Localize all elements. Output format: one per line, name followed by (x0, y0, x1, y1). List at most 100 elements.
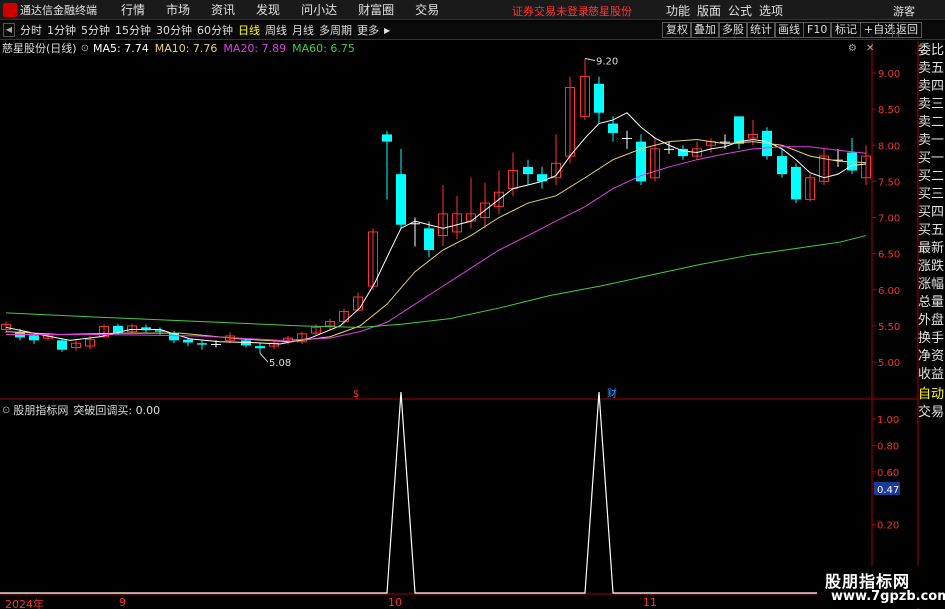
date-label-sep: 9 (119, 596, 126, 609)
date-label-nov: 11 (643, 596, 657, 609)
candlestick (494, 170, 504, 214)
price-tick-label: 9.00 (878, 69, 900, 80)
pane-toggle-icon[interactable]: ⊙ (81, 43, 89, 54)
candlestick (452, 195, 462, 240)
candlestick (255, 343, 265, 354)
candlestick (791, 163, 801, 204)
candlestick (382, 130, 392, 200)
high-pointer (584, 58, 596, 62)
candlestick (537, 166, 547, 189)
main-pane-info: 慈星股份(日线) ⊙ MA5: 7.74 MA10: 7.76 MA20: 7.… (0, 41, 355, 56)
sidebar-sell1[interactable]: 卖一 (918, 132, 945, 150)
indicator-signal-line (0, 391, 870, 594)
candlestick (57, 338, 67, 352)
candlestick (805, 174, 815, 202)
candle-body (791, 166, 801, 200)
candle-body (734, 116, 744, 144)
low-pointer (259, 352, 269, 363)
sidebar-sell4[interactable]: 卖四 (918, 78, 945, 96)
sidebar-weibi[interactable]: 委比 (918, 42, 945, 60)
chart-canvas[interactable]: 9.00 8.50 8.00 7.50 7.00 6.50 6.00 5.50 5.00 9.20… (0, 0, 945, 609)
sidebar-sell2[interactable]: 卖二 (918, 114, 945, 132)
candlestick (269, 341, 279, 349)
sidebar-change[interactable]: 涨跌 (918, 258, 945, 276)
ma20-label: MA20: 7.89 (223, 41, 287, 55)
indicator-tick-label: 0.47 (877, 485, 899, 496)
sidebar-net-asset[interactable]: 净资 (918, 348, 945, 366)
candle-body (664, 148, 674, 150)
price-tick-label: 6.00 (878, 286, 900, 297)
candlestick (325, 318, 335, 330)
candlestick (622, 130, 632, 149)
candle-body (594, 83, 604, 113)
candlestick (197, 339, 207, 350)
candlestick (424, 221, 434, 258)
candlestick (734, 116, 744, 149)
candle-body (622, 138, 632, 140)
sidebar-latest[interactable]: 最新 (918, 240, 945, 258)
candlestick (523, 159, 533, 185)
quote-sidebar: 委比 卖五 卖四 卖三 卖二 卖一 买一 买二 买三 买四 买五 最新 涨跌 涨… (918, 42, 945, 422)
candlestick (861, 145, 871, 185)
sidebar-sell3[interactable]: 卖三 (918, 96, 945, 114)
candle-body (523, 166, 533, 175)
sidebar-change-pct[interactable]: 涨幅 (918, 276, 945, 294)
indicator-signal-label: 突破回调买: 0.00 (73, 404, 161, 417)
sidebar-volume[interactable]: 总量 (918, 294, 945, 312)
candle-body (608, 123, 618, 133)
candle-body (183, 339, 193, 343)
price-tick-label: 5.00 (878, 358, 900, 369)
price-tick-label: 7.50 (878, 177, 900, 188)
candle-body (424, 228, 434, 251)
candlestick (396, 148, 406, 229)
sidebar-buy4[interactable]: 买四 (918, 204, 945, 222)
indicator-toggle-icon[interactable]: ⊙ (2, 405, 10, 416)
high-price-label: 9.20 (596, 57, 618, 68)
candlestick (678, 145, 688, 160)
ma10-label: MA10: 7.76 (154, 41, 218, 55)
pane-close-icon[interactable]: ✕ (866, 43, 885, 54)
sidebar-buy5[interactable]: 买五 (918, 222, 945, 240)
sidebar-auto[interactable]: 自动 (918, 386, 945, 404)
watermark: 股朋指标网 www.7gpzb.com (817, 566, 945, 608)
candlestick (777, 148, 787, 178)
candlestick (141, 324, 151, 333)
event-marker-dollar: $ (353, 389, 359, 400)
price-tick-label: 8.50 (878, 105, 900, 116)
candle-body (396, 174, 406, 225)
indicator-pane-info: ⊙ 股朋指标网 突破回调买: 0.00 (2, 402, 160, 418)
candlestick (565, 76, 575, 164)
candle-body (382, 134, 392, 142)
date-label-oct: 10 (388, 596, 402, 609)
ma60-label: MA60: 6.75 (292, 41, 355, 55)
candle-body (57, 340, 67, 350)
candle-body (777, 156, 787, 175)
indicator-tick-label: 1.00 (877, 415, 899, 426)
candle-body (211, 343, 221, 345)
candlestick (847, 138, 857, 175)
sidebar-sell5[interactable]: 卖五 (918, 60, 945, 78)
candlestick (480, 182, 490, 229)
sidebar-buy3[interactable]: 买三 (918, 186, 945, 204)
event-marker-cai: 财 (607, 387, 617, 400)
indicator-tick-label: 0.20 (877, 521, 899, 532)
sidebar-buy2[interactable]: 买二 (918, 168, 945, 186)
sidebar-trade[interactable]: 交易 (918, 404, 945, 422)
candlestick (594, 76, 604, 124)
ma5-label: MA5: 7.74 (92, 41, 149, 55)
candle-body (29, 335, 39, 341)
ma5-line (5, 112, 867, 345)
indicator-tick-label: 0.80 (877, 441, 899, 452)
sidebar-earnings[interactable]: 收益 (918, 366, 945, 384)
sidebar-buy1[interactable]: 买一 (918, 150, 945, 168)
candlestick (692, 141, 702, 160)
candlestick (71, 340, 81, 351)
sidebar-outer-disc[interactable]: 外盘 (918, 312, 945, 330)
sidebar-turnover[interactable]: 换手 (918, 330, 945, 348)
price-tick-label: 7.00 (878, 214, 900, 225)
candlestick (438, 184, 448, 247)
candlestick (297, 331, 307, 344)
candlestick (706, 138, 716, 153)
date-label-2024: 2024年 (5, 598, 44, 609)
price-tick-label: 5.50 (878, 322, 900, 333)
